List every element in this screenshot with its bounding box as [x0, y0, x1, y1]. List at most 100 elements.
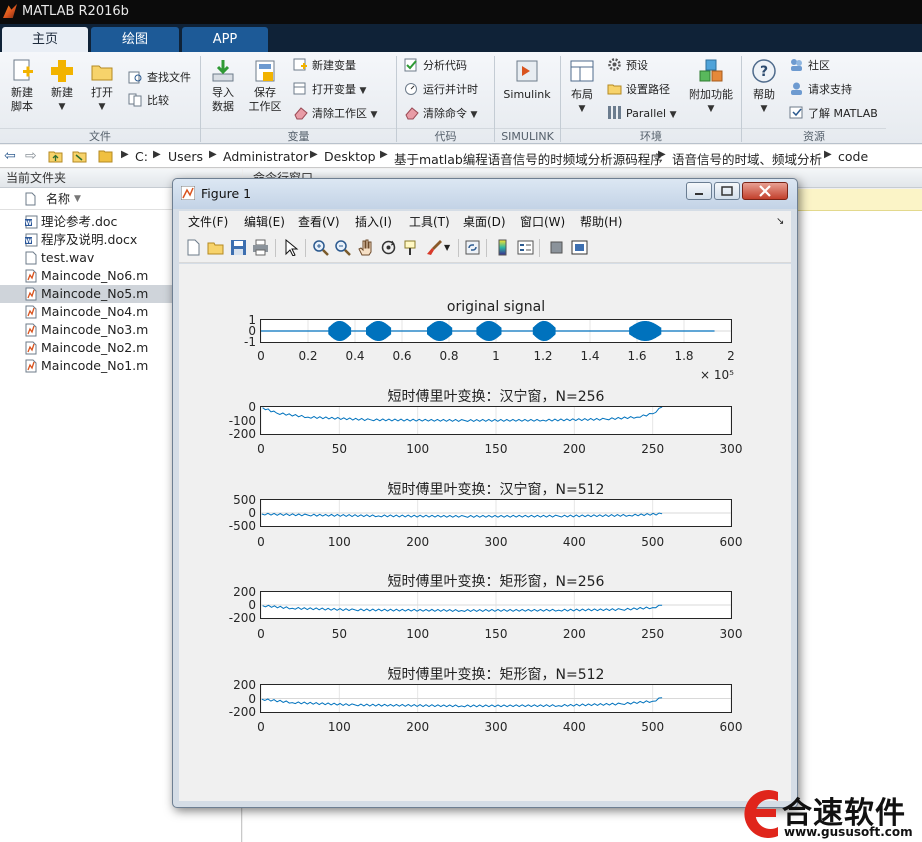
parallel-label: Parallel	[626, 107, 667, 120]
request-support-button[interactable]: 请求支持	[789, 80, 852, 100]
community-button[interactable]: 社区	[789, 56, 830, 76]
save-workspace-label-2: 工作区	[248, 100, 282, 113]
zoom-out-icon[interactable]	[334, 239, 351, 256]
figure-window[interactable]: Figure 1 文件(F) 编辑(E) 查看(V) 插入(I) 工具(T) 桌…	[172, 178, 798, 808]
link-plot-icon[interactable]	[464, 239, 481, 256]
save-workspace-label-1: 保存	[254, 86, 276, 99]
compare-button[interactable]: 比较	[128, 91, 169, 111]
close-button[interactable]	[742, 182, 788, 200]
new-script-label-2: 脚本	[11, 100, 33, 113]
menu-file[interactable]: 文件(F)	[188, 211, 228, 233]
app-title: MATLAB R2016b	[22, 4, 129, 19]
signal-burst	[532, 320, 556, 342]
import-data-button[interactable]: 导入 数据	[203, 58, 243, 114]
legend-icon[interactable]	[517, 239, 534, 256]
rotate-3d-icon[interactable]	[380, 239, 397, 256]
new-figure-icon[interactable]	[185, 239, 202, 256]
section-resources-label: 资源	[742, 128, 886, 143]
run-and-time-button[interactable]: 运行并计时	[404, 80, 478, 100]
analyze-code-button[interactable]: 分析代码	[404, 56, 467, 76]
simulink-button[interactable]: Simulink	[503, 58, 551, 102]
file-name: test.wav	[41, 250, 95, 265]
tab-plots[interactable]: 绘图	[91, 27, 179, 52]
signal-burst	[366, 320, 392, 342]
minimize-button[interactable]	[686, 182, 712, 200]
figure-canvas[interactable]: original signal 0 0.2 0.4 0.6 0.8 1 1.2 1.4 1.6 1.…	[179, 264, 791, 801]
clear-workspace-button[interactable]: 清除工作区 ▼	[293, 104, 377, 124]
subplot-plot-area	[261, 407, 731, 434]
help-button[interactable]: ? 帮助 ▼	[744, 58, 784, 116]
new-button[interactable]: 新建 ▼	[42, 58, 82, 114]
chevron-down-icon[interactable]: ▼	[444, 243, 450, 252]
find-files-button[interactable]: 查找文件	[128, 68, 191, 88]
figure-title-bar[interactable]: Figure 1	[173, 179, 797, 209]
menu-desktop[interactable]: 桌面(D)	[463, 211, 506, 233]
parallel-button[interactable]: Parallel ▼	[607, 104, 677, 124]
save-workspace-button[interactable]: 保存 工作区	[245, 58, 285, 114]
show-plot-tools-icon[interactable]	[571, 239, 588, 256]
subplot-axes[interactable]	[260, 406, 732, 435]
menu-insert[interactable]: 插入(I)	[355, 211, 392, 233]
tab-apps[interactable]: APP	[182, 27, 268, 52]
open-file-icon[interactable]	[207, 239, 224, 256]
layout-button[interactable]: 布局 ▼	[562, 58, 602, 116]
chevron-down-icon: ▼	[707, 104, 715, 114]
zoom-in-icon[interactable]	[312, 239, 329, 256]
print-icon[interactable]	[252, 239, 269, 256]
open-button[interactable]: 打开 ▼	[82, 58, 122, 114]
stft-series-line	[261, 512, 663, 518]
chevron-down-icon: ▼	[578, 104, 586, 114]
maximize-button[interactable]	[714, 182, 740, 200]
y-tick-label: -200	[228, 427, 256, 441]
forward-arrow-icon[interactable]: ⇨	[25, 148, 37, 164]
pan-hand-icon[interactable]	[357, 239, 374, 256]
new-label: 新建	[51, 86, 73, 99]
tab-home[interactable]: 主页	[2, 27, 88, 52]
new-script-button[interactable]: 新建 脚本	[2, 58, 42, 114]
breadcrumb-item[interactable]: 基于matlab编程语音信号的时频域分析源码程序	[394, 149, 663, 168]
m-file-icon	[25, 359, 37, 373]
menu-view[interactable]: 查看(V)	[298, 211, 340, 233]
subplot-axes[interactable]	[260, 499, 732, 527]
x-tick-label: 150	[484, 627, 508, 641]
y-tick-label: -500	[228, 519, 256, 533]
menu-edit[interactable]: 编辑(E)	[244, 211, 285, 233]
clear-commands-button[interactable]: 清除命令 ▼	[404, 104, 477, 124]
browse-folder-icon[interactable]	[72, 149, 87, 166]
hide-plot-tools-icon[interactable]	[548, 239, 565, 256]
learn-matlab-button[interactable]: 了解 MATLAB	[789, 104, 878, 124]
save-icon[interactable]	[230, 239, 247, 256]
open-variable-button[interactable]: 打开变量 ▼	[293, 80, 366, 100]
pointer-icon[interactable]	[282, 238, 299, 257]
menu-window[interactable]: 窗口(W)	[520, 211, 565, 233]
breadcrumb-item[interactable]: Administrator	[223, 149, 308, 164]
breadcrumb-item[interactable]: code	[838, 149, 868, 164]
addons-button[interactable]: 附加功能 ▼	[688, 58, 734, 116]
breadcrumb-item[interactable]: Desktop	[324, 149, 376, 164]
subplot-axes[interactable]	[260, 319, 732, 343]
data-cursor-icon[interactable]	[403, 239, 420, 256]
preferences-button[interactable]: 预设	[607, 56, 648, 76]
breadcrumb-item[interactable]: Users	[168, 149, 203, 164]
breadcrumb-separator-icon: ▶	[310, 149, 318, 160]
back-arrow-icon[interactable]: ⇦	[4, 148, 16, 164]
brush-icon[interactable]	[426, 239, 443, 256]
file-name: Maincode_No2.m	[41, 340, 149, 355]
x-tick-label: 250	[641, 442, 665, 456]
dock-arrow-icon[interactable]: ↘	[776, 211, 784, 233]
new-variable-button[interactable]: 新建变量	[293, 56, 356, 76]
subplot-axes[interactable]	[260, 684, 732, 713]
learn-matlab-label: 了解 MATLAB	[808, 107, 878, 120]
breadcrumb-item[interactable]: 语音信号的时域、频域分析	[672, 149, 822, 168]
breadcrumb-item[interactable]: C:	[135, 149, 148, 164]
colorbar-icon[interactable]	[494, 239, 511, 256]
x-tick-label: 1.4	[580, 349, 600, 363]
set-path-button[interactable]: 设置路径	[607, 80, 670, 100]
menu-tools[interactable]: 工具(T)	[409, 211, 450, 233]
up-folder-icon[interactable]	[48, 149, 63, 166]
menu-help[interactable]: 帮助(H)	[580, 211, 622, 233]
eraser-icon	[293, 105, 308, 120]
x-tick-label: 200	[406, 720, 430, 734]
x-axis-exponent: × 10⁵	[700, 368, 734, 382]
subplot-axes[interactable]	[260, 591, 732, 619]
